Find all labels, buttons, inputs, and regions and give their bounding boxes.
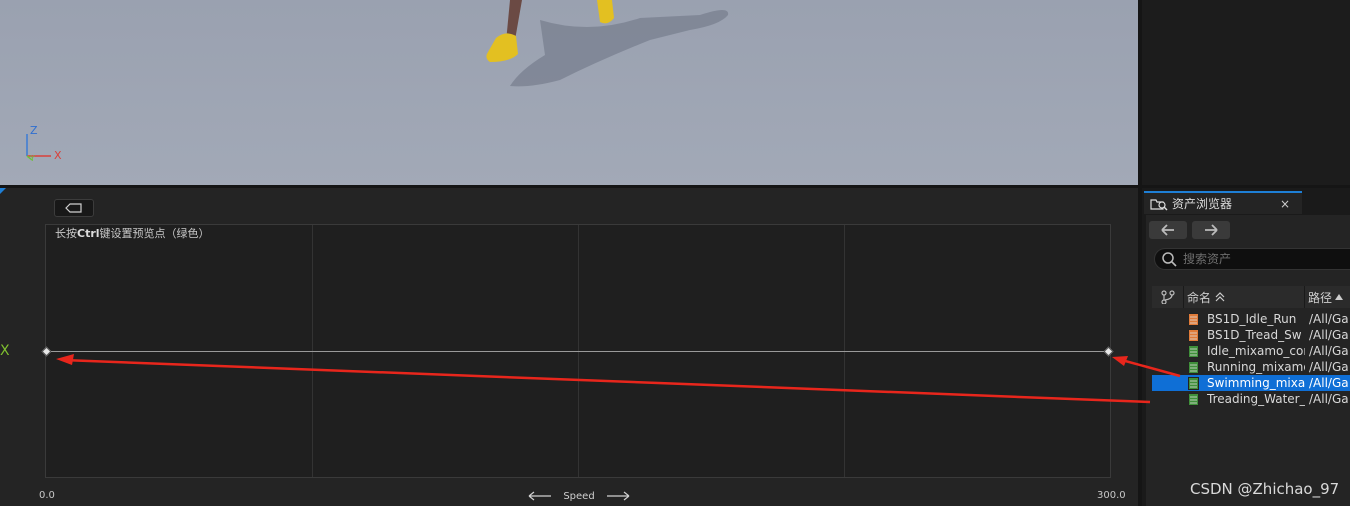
list-item[interactable]: BS1D_Idle_Run/All/Ga [1152, 311, 1350, 327]
asset-path: /All/Ga [1309, 328, 1349, 342]
asset-path: /All/Ga [1309, 376, 1349, 390]
path-column-header[interactable]: 路径 [1305, 286, 1350, 308]
asset-path: /All/Ga [1309, 312, 1349, 326]
arrow-right-icon [1205, 224, 1218, 236]
anim-sequence-icon [1188, 361, 1199, 374]
search-box[interactable] [1154, 248, 1350, 270]
back-button[interactable] [54, 199, 94, 217]
preview-point-marker[interactable]: X [0, 344, 14, 358]
arrow-left-icon [528, 491, 551, 501]
character-preview [486, 0, 729, 87]
sample-line [46, 351, 1108, 352]
axis-x-label: X [54, 149, 62, 162]
asset-name: Idle_mixamo_cor [1207, 344, 1305, 358]
preview-viewport[interactable]: Z X Y [0, 0, 1138, 185]
axis-max-label: 300.0 [1097, 490, 1126, 501]
list-item[interactable]: Running_mixamo/All/Ga [1152, 359, 1350, 375]
asset-list: BS1D_Idle_Run/All/Ga BS1D_Tread_Sw/All/Ga… [1152, 311, 1350, 407]
axis-y-label: Y [30, 154, 35, 163]
list-item[interactable]: Treading_Water_ /All/Ga [1152, 391, 1350, 407]
search-icon [1162, 252, 1177, 267]
anim-sequence-icon [1188, 393, 1199, 406]
back-history-button[interactable] [1149, 221, 1187, 239]
asset-list-header: 命名 路径 [1152, 286, 1350, 308]
list-item[interactable]: Idle_mixamo_cor/All/Ga [1152, 343, 1350, 359]
tag-icon [65, 203, 82, 213]
asset-path: /All/Ga [1309, 344, 1349, 358]
tab-asset-browser[interactable]: 资产浏览器 × [1144, 191, 1302, 214]
axis-name-label: Speed [563, 490, 595, 502]
list-item[interactable]: Swimming_mixar/All/Ga [1152, 375, 1350, 391]
axis-name: Speed [528, 488, 630, 504]
search-input[interactable] [1181, 251, 1345, 267]
source-control-column[interactable] [1152, 286, 1184, 308]
arrow-right-icon [606, 491, 630, 501]
axis-min-label: 0.0 [39, 490, 55, 501]
axis-gizmo: Z X Y [22, 124, 72, 168]
panel-corner-marker [0, 188, 6, 194]
tab-title: 资产浏览器 [1172, 197, 1233, 211]
forward-history-button[interactable] [1192, 221, 1230, 239]
asset-name: Running_mixamo [1207, 360, 1305, 374]
asset-name: BS1D_Tread_Sw [1207, 328, 1302, 342]
asset-path: /All/Ga [1309, 392, 1349, 406]
asset-name: Swimming_mixar [1207, 376, 1305, 390]
name-column-header[interactable]: 命名 [1184, 286, 1305, 308]
anim-sequence-icon [1188, 377, 1199, 390]
arrow-left-icon [1161, 224, 1174, 236]
list-item[interactable]: BS1D_Tread_Sw/All/Ga [1152, 327, 1350, 343]
blendspace-icon [1188, 313, 1199, 326]
asset-path: /All/Ga [1309, 360, 1349, 374]
sort-up-icon [1335, 294, 1344, 300]
close-icon[interactable]: × [1280, 197, 1290, 211]
blendspace-icon [1188, 329, 1199, 342]
sort-ascending-icon [1215, 292, 1225, 302]
folder-search-icon [1150, 197, 1168, 211]
preview-hint-text: 长按Ctrl键设置预览点（绿色） [55, 227, 210, 240]
viewport-side-panel [1142, 0, 1350, 185]
anim-sequence-icon [1188, 345, 1199, 358]
watermark: CSDN @Zhichao_97 [1190, 480, 1340, 498]
branch-icon [1160, 290, 1175, 304]
asset-name: Treading_Water_ [1207, 392, 1305, 406]
axis-z-label: Z [30, 124, 38, 137]
asset-name: BS1D_Idle_Run [1207, 312, 1297, 326]
